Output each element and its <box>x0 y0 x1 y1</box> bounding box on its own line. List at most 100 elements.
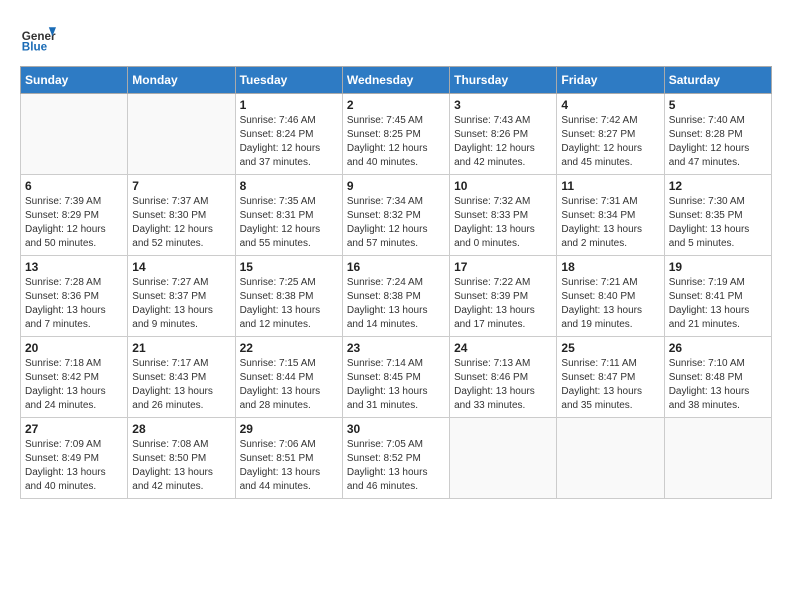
calendar-cell: 28 Sunrise: 7:08 AM Sunset: 8:50 PM Dayli… <box>128 418 235 499</box>
calendar-week-row: 6Sunrise: 7:39 AM Sunset: 8:29 PM Daylig… <box>21 175 772 256</box>
day-info: Sunrise: 7:06 AM Sunset: 8:51 PM Dayligh… <box>240 438 338 494</box>
calendar-cell: 26 Sunrise: 7:10 AM Sunset: 8:48 PM Dayli… <box>664 337 771 418</box>
calendar-cell <box>450 418 557 499</box>
day-info: Sunrise: 7:10 AM Sunset: 8:48 PM Dayligh… <box>669 357 767 413</box>
calendar-header-row: SundayMondayTuesdayWednesdayThursdayFrid… <box>21 67 772 94</box>
day-info: Sunrise: 7:13 AM Sunset: 8:46 PM Dayligh… <box>454 357 552 413</box>
day-info: Sunrise: 7:05 AM Sunset: 8:52 PM Dayligh… <box>347 438 445 494</box>
day-info: Sunrise: 7:43 AM Sunset: 8:26 PM Dayligh… <box>454 114 552 170</box>
day-info: Sunrise: 7:46 AM Sunset: 8:24 PM Dayligh… <box>240 114 338 170</box>
calendar-cell: 6Sunrise: 7:39 AM Sunset: 8:29 PM Daylig… <box>21 175 128 256</box>
day-number: 27 <box>25 422 123 436</box>
day-info: Sunrise: 7:14 AM Sunset: 8:45 PM Dayligh… <box>347 357 445 413</box>
calendar-cell: 21Sunrise: 7:17 AM Sunset: 8:43 PM Dayli… <box>128 337 235 418</box>
day-info: Sunrise: 7:11 AM Sunset: 8:47 PM Dayligh… <box>561 357 659 413</box>
day-header-monday: Monday <box>128 67 235 94</box>
day-number: 25 <box>561 341 659 355</box>
calendar-cell: 11 Sunrise: 7:31 AM Sunset: 8:34 PM Dayli… <box>557 175 664 256</box>
logo-icon: General Blue <box>20 20 56 56</box>
calendar-cell: 15 Sunrise: 7:25 AM Sunset: 8:38 PM Dayli… <box>235 256 342 337</box>
calendar-cell: 5 Sunrise: 7:40 AM Sunset: 8:28 PM Daylig… <box>664 94 771 175</box>
day-number: 28 <box>132 422 230 436</box>
day-info: Sunrise: 7:37 AM Sunset: 8:30 PM Dayligh… <box>132 195 230 251</box>
calendar-cell: 25 Sunrise: 7:11 AM Sunset: 8:47 PM Dayli… <box>557 337 664 418</box>
day-info: Sunrise: 7:28 AM Sunset: 8:36 PM Dayligh… <box>25 276 123 332</box>
calendar-cell: 14 Sunrise: 7:27 AM Sunset: 8:37 PM Dayli… <box>128 256 235 337</box>
calendar-cell: 18Sunrise: 7:21 AM Sunset: 8:40 PM Dayli… <box>557 256 664 337</box>
day-number: 26 <box>669 341 767 355</box>
day-info: Sunrise: 7:27 AM Sunset: 8:37 PM Dayligh… <box>132 276 230 332</box>
calendar-week-row: 13 Sunrise: 7:28 AM Sunset: 8:36 PM Dayli… <box>21 256 772 337</box>
day-number: 3 <box>454 98 552 112</box>
day-header-friday: Friday <box>557 67 664 94</box>
day-number: 24 <box>454 341 552 355</box>
day-info: Sunrise: 7:25 AM Sunset: 8:38 PM Dayligh… <box>240 276 338 332</box>
day-info: Sunrise: 7:31 AM Sunset: 8:34 PM Dayligh… <box>561 195 659 251</box>
calendar-cell: 29 Sunrise: 7:06 AM Sunset: 8:51 PM Dayli… <box>235 418 342 499</box>
day-number: 21 <box>132 341 230 355</box>
day-number: 1 <box>240 98 338 112</box>
day-number: 22 <box>240 341 338 355</box>
day-number: 29 <box>240 422 338 436</box>
calendar-cell: 17Sunrise: 7:22 AM Sunset: 8:39 PM Dayli… <box>450 256 557 337</box>
day-number: 23 <box>347 341 445 355</box>
calendar-week-row: 1 Sunrise: 7:46 AM Sunset: 8:24 PM Daylig… <box>21 94 772 175</box>
day-number: 5 <box>669 98 767 112</box>
day-info: Sunrise: 7:08 AM Sunset: 8:50 PM Dayligh… <box>132 438 230 494</box>
day-info: Sunrise: 7:19 AM Sunset: 8:41 PM Dayligh… <box>669 276 767 332</box>
calendar-cell: 20 Sunrise: 7:18 AM Sunset: 8:42 PM Dayli… <box>21 337 128 418</box>
calendar-cell: 9Sunrise: 7:34 AM Sunset: 8:32 PM Daylig… <box>342 175 449 256</box>
calendar-cell: 12 Sunrise: 7:30 AM Sunset: 8:35 PM Dayli… <box>664 175 771 256</box>
day-number: 18 <box>561 260 659 274</box>
day-info: Sunrise: 7:40 AM Sunset: 8:28 PM Dayligh… <box>669 114 767 170</box>
calendar-cell: 24 Sunrise: 7:13 AM Sunset: 8:46 PM Dayli… <box>450 337 557 418</box>
calendar-cell: 22 Sunrise: 7:15 AM Sunset: 8:44 PM Dayli… <box>235 337 342 418</box>
day-info: Sunrise: 7:35 AM Sunset: 8:31 PM Dayligh… <box>240 195 338 251</box>
day-info: Sunrise: 7:30 AM Sunset: 8:35 PM Dayligh… <box>669 195 767 251</box>
calendar-table: SundayMondayTuesdayWednesdayThursdayFrid… <box>20 66 772 499</box>
day-info: Sunrise: 7:15 AM Sunset: 8:44 PM Dayligh… <box>240 357 338 413</box>
calendar-cell: 13 Sunrise: 7:28 AM Sunset: 8:36 PM Dayli… <box>21 256 128 337</box>
day-info: Sunrise: 7:22 AM Sunset: 8:39 PM Dayligh… <box>454 276 552 332</box>
calendar-cell <box>557 418 664 499</box>
calendar-cell: 2Sunrise: 7:45 AM Sunset: 8:25 PM Daylig… <box>342 94 449 175</box>
calendar-cell <box>664 418 771 499</box>
day-header-wednesday: Wednesday <box>342 67 449 94</box>
day-info: Sunrise: 7:09 AM Sunset: 8:49 PM Dayligh… <box>25 438 123 494</box>
calendar-week-row: 27 Sunrise: 7:09 AM Sunset: 8:49 PM Dayli… <box>21 418 772 499</box>
calendar-cell <box>21 94 128 175</box>
day-number: 30 <box>347 422 445 436</box>
day-number: 14 <box>132 260 230 274</box>
day-header-sunday: Sunday <box>21 67 128 94</box>
calendar-cell: 19 Sunrise: 7:19 AM Sunset: 8:41 PM Dayli… <box>664 256 771 337</box>
day-number: 20 <box>25 341 123 355</box>
calendar-cell: 30 Sunrise: 7:05 AM Sunset: 8:52 PM Dayli… <box>342 418 449 499</box>
day-info: Sunrise: 7:34 AM Sunset: 8:32 PM Dayligh… <box>347 195 445 251</box>
calendar-cell: 16 Sunrise: 7:24 AM Sunset: 8:38 PM Dayli… <box>342 256 449 337</box>
day-header-tuesday: Tuesday <box>235 67 342 94</box>
day-info: Sunrise: 7:24 AM Sunset: 8:38 PM Dayligh… <box>347 276 445 332</box>
calendar-cell: 1 Sunrise: 7:46 AM Sunset: 8:24 PM Daylig… <box>235 94 342 175</box>
day-info: Sunrise: 7:32 AM Sunset: 8:33 PM Dayligh… <box>454 195 552 251</box>
day-number: 12 <box>669 179 767 193</box>
calendar-cell: 23 Sunrise: 7:14 AM Sunset: 8:45 PM Dayli… <box>342 337 449 418</box>
day-number: 16 <box>347 260 445 274</box>
logo: General Blue <box>20 20 56 56</box>
day-header-saturday: Saturday <box>664 67 771 94</box>
day-number: 2 <box>347 98 445 112</box>
day-number: 13 <box>25 260 123 274</box>
day-number: 10 <box>454 179 552 193</box>
calendar-cell: 8Sunrise: 7:35 AM Sunset: 8:31 PM Daylig… <box>235 175 342 256</box>
day-number: 15 <box>240 260 338 274</box>
day-number: 11 <box>561 179 659 193</box>
day-header-thursday: Thursday <box>450 67 557 94</box>
day-number: 19 <box>669 260 767 274</box>
day-info: Sunrise: 7:42 AM Sunset: 8:27 PM Dayligh… <box>561 114 659 170</box>
svg-text:Blue: Blue <box>22 41 48 54</box>
day-number: 6 <box>25 179 123 193</box>
calendar-cell: 4Sunrise: 7:42 AM Sunset: 8:27 PM Daylig… <box>557 94 664 175</box>
calendar-week-row: 20 Sunrise: 7:18 AM Sunset: 8:42 PM Dayli… <box>21 337 772 418</box>
calendar-cell: 27 Sunrise: 7:09 AM Sunset: 8:49 PM Dayli… <box>21 418 128 499</box>
day-info: Sunrise: 7:18 AM Sunset: 8:42 PM Dayligh… <box>25 357 123 413</box>
calendar-cell: 10 Sunrise: 7:32 AM Sunset: 8:33 PM Dayli… <box>450 175 557 256</box>
